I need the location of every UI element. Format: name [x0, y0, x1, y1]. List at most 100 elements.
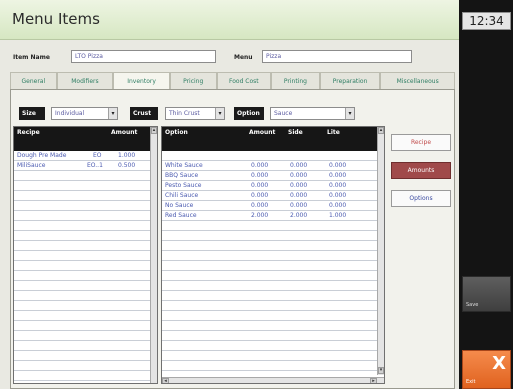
menu-items-window: Menu Items Item Name LTO Pizza Menu Pizz…: [0, 0, 459, 389]
side-cell: 2.000: [290, 212, 308, 219]
table-row: [14, 241, 157, 251]
unit-cell: EO..1: [87, 162, 103, 169]
table-row: [14, 211, 157, 221]
table-row: [162, 151, 384, 161]
recipe-button[interactable]: Recipe: [391, 134, 451, 151]
exit-button[interactable]: X Exit: [462, 350, 511, 389]
table-row: [14, 371, 157, 381]
table-row: [162, 291, 384, 301]
table-row: [14, 301, 157, 311]
option-label: Option: [234, 107, 264, 120]
side-cell: 0.000: [290, 172, 308, 179]
table-row: [162, 241, 384, 251]
title-bar: Menu Items: [0, 0, 459, 40]
amount-cell: 0.500: [118, 162, 136, 169]
unit-cell: EO: [93, 152, 102, 159]
option-grid: Option Amount Side Lite White Sauce 0.00…: [161, 126, 385, 384]
table-row: [14, 251, 157, 261]
menu-label: Menu: [234, 54, 253, 61]
scroll-left-icon[interactable]: ◂: [162, 378, 169, 383]
table-row: [14, 321, 157, 331]
table-row[interactable]: Red Sauce 2.000 2.000 1.000: [162, 211, 384, 221]
option-cell: White Sauce: [165, 162, 203, 169]
table-row[interactable]: BBQ Sauce 0.000 0.000 0.000: [162, 171, 384, 181]
save-button[interactable]: Save: [462, 276, 511, 312]
table-row[interactable]: Pesto Sauce 0.000 0.000 0.000: [162, 181, 384, 191]
option-grid-vscrollbar[interactable]: ▴ ▾: [377, 127, 384, 375]
table-row: [162, 281, 384, 291]
lite-cell: 1.000: [329, 212, 347, 219]
clock: 12:34: [462, 12, 511, 30]
table-row[interactable]: No Sauce 0.000 0.000 0.000: [162, 201, 384, 211]
tab-modifiers[interactable]: Modifiers: [56, 72, 114, 90]
chevron-down-icon: ▾: [345, 108, 354, 119]
item-name-label: Item Name: [13, 54, 50, 61]
right-sidebar: [459, 0, 513, 389]
table-row: [14, 331, 157, 341]
lite-cell: 0.000: [329, 202, 347, 209]
recipe-grid-header: Recipe Amount: [14, 127, 157, 151]
scroll-up-icon[interactable]: ▴: [151, 127, 157, 134]
table-row: [162, 311, 384, 321]
recipe-grid-scrollbar[interactable]: ▴: [150, 127, 157, 383]
item-name-field[interactable]: LTO Pizza: [71, 50, 216, 63]
table-row[interactable]: Chili Sauce 0.000 0.000 0.000: [162, 191, 384, 201]
tab-general[interactable]: General: [10, 72, 57, 90]
table-row: [162, 251, 384, 261]
table-row: [162, 351, 384, 361]
scroll-right-icon[interactable]: ▸: [370, 378, 377, 383]
table-row: [162, 321, 384, 331]
option-cell: Chili Sauce: [165, 192, 199, 199]
size-select[interactable]: Individual ▾: [51, 107, 118, 120]
crust-value: Thin Crust: [169, 110, 200, 117]
exit-button-label: Exit: [466, 379, 476, 385]
table-row: [14, 351, 157, 361]
scroll-down-icon[interactable]: ▾: [378, 367, 384, 374]
tab-pricing[interactable]: Pricing: [169, 72, 217, 90]
chevron-down-icon: ▾: [215, 108, 224, 119]
table-row[interactable]: White Sauce 0.000 0.000 0.000: [162, 161, 384, 171]
window-title: Menu Items: [12, 10, 100, 28]
amount-cell: 0.000: [251, 182, 269, 189]
tab-miscellaneous[interactable]: Miscellaneous: [380, 72, 455, 90]
option-grid-header: Option Amount Side Lite: [162, 127, 384, 151]
amount-column-header: Amount: [111, 129, 138, 136]
amount-cell: 0.000: [251, 192, 269, 199]
table-row: [14, 291, 157, 301]
table-row: [14, 261, 157, 271]
tab-printing[interactable]: Printing: [271, 72, 320, 90]
side-column-header: Side: [288, 129, 303, 136]
amount-cell: 1.000: [118, 152, 136, 159]
tab-inventory[interactable]: Inventory: [113, 72, 170, 90]
inventory-panel: Size Individual ▾ Crust Thin Crust ▾ Opt…: [10, 89, 455, 389]
lite-column-header: Lite: [327, 129, 340, 136]
recipe-column-header: Recipe: [17, 129, 40, 136]
options-button[interactable]: Options: [391, 190, 451, 207]
chevron-down-icon: ▾: [108, 108, 117, 119]
table-row: [14, 281, 157, 291]
option-select[interactable]: Sauce ▾: [270, 107, 355, 120]
table-row[interactable]: Dough Pre Made EO 1.000: [14, 151, 157, 161]
tab-food-cost[interactable]: Food Cost: [216, 72, 272, 90]
side-cell: 0.000: [290, 182, 308, 189]
table-row: [14, 271, 157, 281]
lite-cell: 0.000: [329, 172, 347, 179]
table-row: [14, 231, 157, 241]
table-row[interactable]: MiliSauce EO..1 0.500: [14, 161, 157, 171]
table-row: [14, 201, 157, 211]
tab-preparation[interactable]: Preparation: [319, 72, 381, 90]
table-row: [162, 231, 384, 241]
option-value: Sauce: [274, 110, 293, 117]
option-cell: BBQ Sauce: [165, 172, 199, 179]
table-row: [162, 261, 384, 271]
amount-cell: 0.000: [251, 172, 269, 179]
recipe-grid: Recipe Amount Dough Pre Made EO 1.000 Mi…: [13, 126, 158, 384]
table-row: [14, 311, 157, 321]
option-grid-hscrollbar[interactable]: ◂ ▸: [162, 377, 384, 383]
crust-select[interactable]: Thin Crust ▾: [165, 107, 225, 120]
table-row: [162, 271, 384, 281]
menu-field[interactable]: Pizza: [262, 50, 412, 63]
scroll-up-icon[interactable]: ▴: [378, 127, 384, 134]
amounts-button[interactable]: Amounts: [391, 162, 451, 179]
lite-cell: 0.000: [329, 182, 347, 189]
